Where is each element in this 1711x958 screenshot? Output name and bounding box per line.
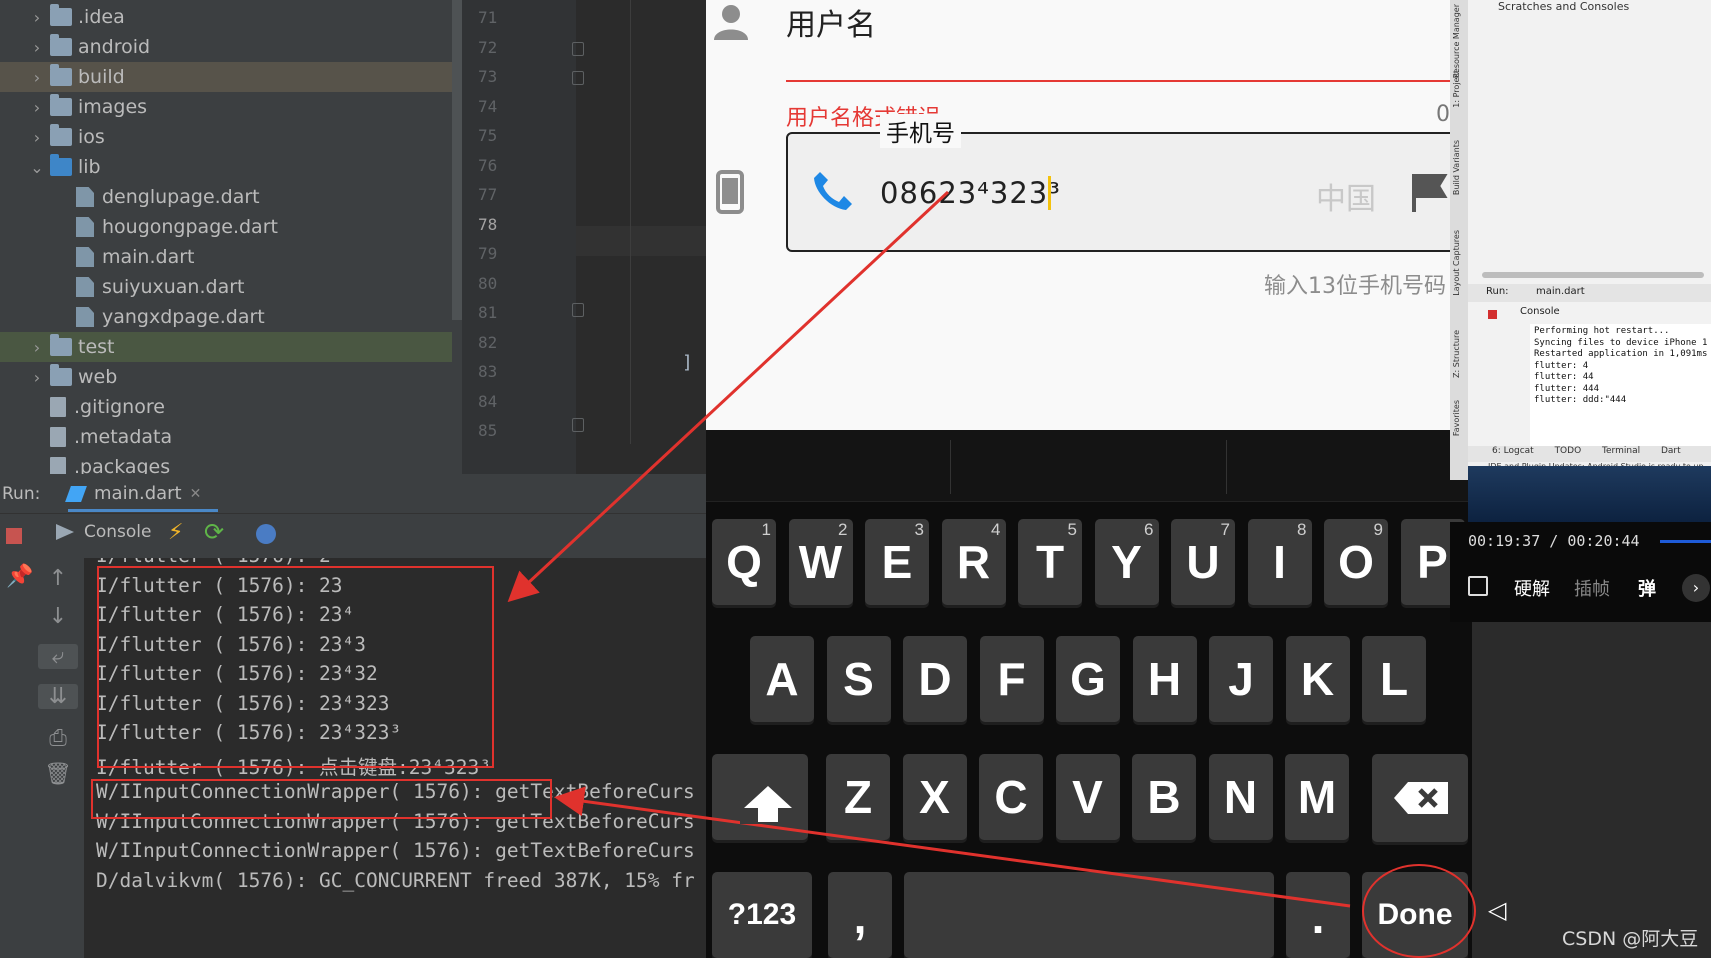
arrow-to-log xyxy=(507,190,950,603)
side-tab[interactable]: Layout Captures xyxy=(1452,230,1461,296)
side-tab[interactable]: Resource Manager xyxy=(1452,4,1461,78)
side-tab[interactable]: Z: Structure xyxy=(1452,330,1461,378)
side-tab[interactable]: Favorites xyxy=(1452,400,1461,436)
shift-key[interactable] xyxy=(740,784,796,824)
side-tab[interactable]: 1: Project xyxy=(1452,70,1461,108)
arrow-to-click-log xyxy=(554,786,1351,908)
side-tab[interactable]: Build Variants xyxy=(1452,140,1461,195)
